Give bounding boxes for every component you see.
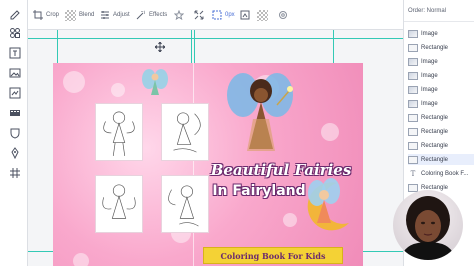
rectangle-layer-icon: [408, 43, 418, 52]
transparency-icon: [257, 9, 268, 21]
grid-icon[interactable]: [8, 166, 21, 179]
rectangle-layer-icon: [408, 183, 418, 192]
layer-item[interactable]: Rectangle: [408, 140, 474, 151]
crop-label: Crop: [46, 12, 60, 18]
effects-icon: [136, 10, 145, 20]
layer-order-label[interactable]: Order: Normal: [404, 0, 474, 22]
flip-button[interactable]: [240, 8, 253, 22]
crop-button[interactable]: Crop: [33, 8, 59, 22]
rectangle-layer-icon: [408, 113, 418, 122]
adjust-button[interactable]: Adjust: [100, 8, 130, 22]
layer-name: Rectangle: [421, 44, 449, 51]
coloring-page-thumbnail[interactable]: [161, 103, 209, 161]
background-icon[interactable]: [8, 106, 21, 119]
layer-item[interactable]: Image: [408, 28, 474, 39]
transparency-button[interactable]: [257, 8, 271, 22]
adjust-icon: [101, 11, 109, 19]
image-layer-icon: [408, 85, 418, 94]
layer-name: Image: [421, 100, 438, 107]
book-cover-artboard[interactable]: Beautiful Fairies In Fairyland Coloring …: [53, 63, 363, 266]
rectangle-layer-icon: [408, 127, 418, 136]
settings-button[interactable]: [278, 8, 291, 22]
layer-name: Image: [421, 30, 438, 37]
effects-label: Effects: [149, 12, 168, 18]
image-layer-icon: [408, 29, 418, 38]
adjust-label: Adjust: [113, 12, 130, 18]
elements-icon[interactable]: [8, 26, 21, 39]
brand-icon[interactable]: [8, 146, 21, 159]
image-layer-icon: [408, 71, 418, 80]
layer-item[interactable]: Rectangle: [408, 126, 474, 137]
tool-rail: [0, 0, 28, 266]
layer-name: Image: [421, 86, 438, 93]
image-layer-icon: [408, 57, 418, 66]
blend-label: Blend: [79, 12, 95, 18]
layer-name: Coloring Book F...: [421, 170, 469, 177]
border-icon: [212, 10, 222, 20]
opacity-control[interactable]: 0px: [212, 8, 235, 22]
effects-button[interactable]: Effects: [136, 8, 167, 22]
cover-title-line-2[interactable]: In Fairyland: [199, 183, 319, 199]
layer-item[interactable]: Image: [408, 84, 474, 95]
coloring-page-thumbnail[interactable]: [95, 175, 143, 233]
flip-icon: [240, 10, 250, 20]
image-icon[interactable]: [8, 66, 21, 79]
cover-title-line-1[interactable]: Beautiful Fairies: [199, 161, 363, 179]
layer-name: Rectangle: [421, 128, 449, 135]
fairy-illustration[interactable]: [223, 71, 299, 163]
move-handle-icon[interactable]: [155, 42, 165, 52]
blend-icon: [65, 9, 76, 21]
guide-line: [28, 38, 403, 39]
layer-item[interactable]: Rectangle: [408, 112, 474, 123]
opacity-value: 0px: [225, 12, 235, 18]
layer-item[interactable]: Image: [408, 70, 474, 81]
cover-subtitle-banner[interactable]: Coloring Book For Kids: [203, 247, 343, 264]
image-layer-icon: [408, 99, 418, 108]
crop-icon: [33, 10, 43, 20]
design-canvas[interactable]: Beautiful Fairies In Fairyland Coloring …: [28, 30, 403, 266]
layer-item[interactable]: Image: [408, 56, 474, 67]
resize-icon: [194, 10, 204, 20]
editor-app: Crop Blend Adjust Effects 0px Beautiful …: [0, 0, 474, 266]
layer-item[interactable]: Rectangle: [408, 154, 474, 165]
rectangle-layer-icon: [408, 141, 418, 150]
image-toolbar: Crop Blend Adjust Effects 0px: [28, 0, 403, 30]
layer-name: Rectangle: [421, 114, 449, 121]
cover-subtitle: Coloring Book For Kids: [220, 250, 326, 261]
layer-name: Image: [421, 58, 438, 65]
layer-name: Rectangle: [421, 156, 449, 163]
coloring-page-thumbnail[interactable]: [95, 103, 143, 161]
presenter-avatar: [401, 196, 455, 260]
presenter-webcam: [393, 190, 463, 260]
layer-name: Rectangle: [421, 142, 449, 149]
layer-item[interactable]: T Coloring Book F...: [408, 168, 474, 179]
edit-icon[interactable]: [8, 8, 21, 21]
upload-icon[interactable]: [8, 86, 21, 99]
layer-item[interactable]: Rectangle: [408, 42, 474, 53]
rectangle-layer-icon: [408, 155, 418, 164]
spine-line: [193, 63, 194, 266]
star-icon: [174, 10, 184, 20]
blend-button[interactable]: Blend: [65, 8, 94, 22]
layer-name: Image: [421, 72, 438, 79]
star-button[interactable]: [174, 8, 187, 22]
gear-icon: [279, 11, 287, 19]
text-layer-icon: T: [410, 169, 416, 178]
layer-item[interactable]: Image: [408, 98, 474, 109]
resize-button[interactable]: [194, 8, 207, 22]
mask-icon[interactable]: [8, 126, 21, 139]
fairy-illustration[interactable]: [141, 67, 169, 103]
text-icon[interactable]: [8, 46, 21, 59]
